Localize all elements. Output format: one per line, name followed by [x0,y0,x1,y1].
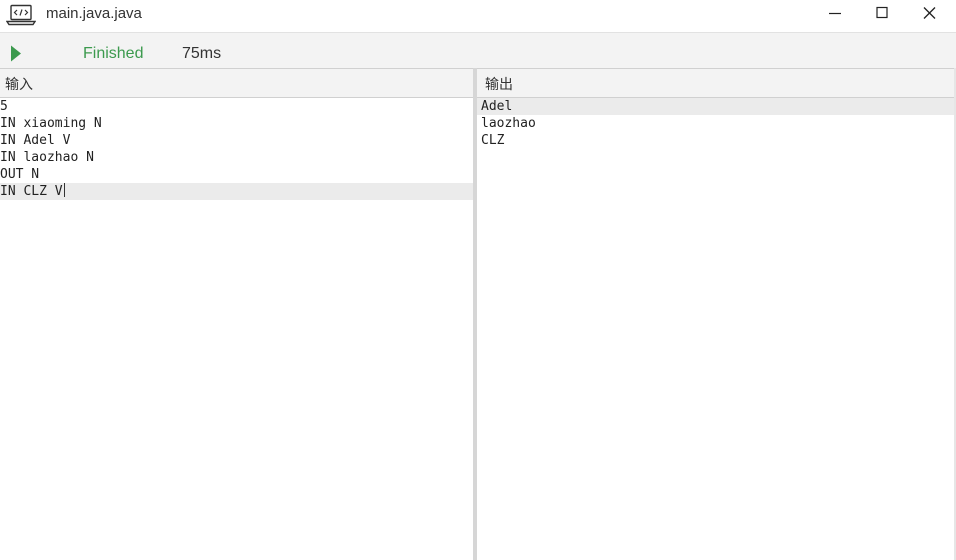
window-title: main.java.java [46,5,142,22]
run-time: 75ms [182,45,222,62]
input-panel-label: 输入 [5,76,33,92]
input-line[interactable]: OUT N [0,166,473,183]
input-line[interactable]: IN laozhao N [0,149,473,166]
output-panel-label: 输出 [485,76,513,92]
input-line[interactable]: IN xiaoming N [0,115,473,132]
close-icon [923,7,936,19]
output-line[interactable]: CLZ [477,132,954,149]
input-line-text[interactable]: IN CLZ V [0,184,63,199]
input-panel-header: 输入 [0,68,473,98]
run-status: Finished [83,45,144,62]
input-panel: 输入 5 IN xiaoming N IN Adel V IN laozhao … [0,68,473,560]
close-button[interactable] [906,0,952,28]
title-bar: main.java.java [0,0,956,32]
input-editor[interactable]: 5 IN xiaoming N IN Adel V IN laozhao N O… [0,98,473,200]
maximize-button[interactable] [859,0,905,28]
output-view[interactable]: Adel laozhao CLZ [477,98,954,149]
output-panel-header: 输出 [477,68,954,98]
play-icon[interactable] [10,45,22,62]
input-line[interactable]: IN Adel V [0,132,473,149]
output-panel: 输出 Adel laozhao CLZ [477,68,954,560]
maximize-icon [876,6,888,19]
input-line[interactable]: 5 [0,98,473,115]
output-line[interactable]: Adel [477,98,954,115]
toolbar: Finished 75ms [0,32,956,68]
laptop-code-icon [6,4,36,26]
output-line[interactable]: laozhao [477,115,954,132]
minimize-button[interactable] [812,0,858,28]
minimize-icon [829,12,841,15]
input-line-current[interactable]: IN CLZ V [0,183,473,200]
text-caret [63,183,65,197]
